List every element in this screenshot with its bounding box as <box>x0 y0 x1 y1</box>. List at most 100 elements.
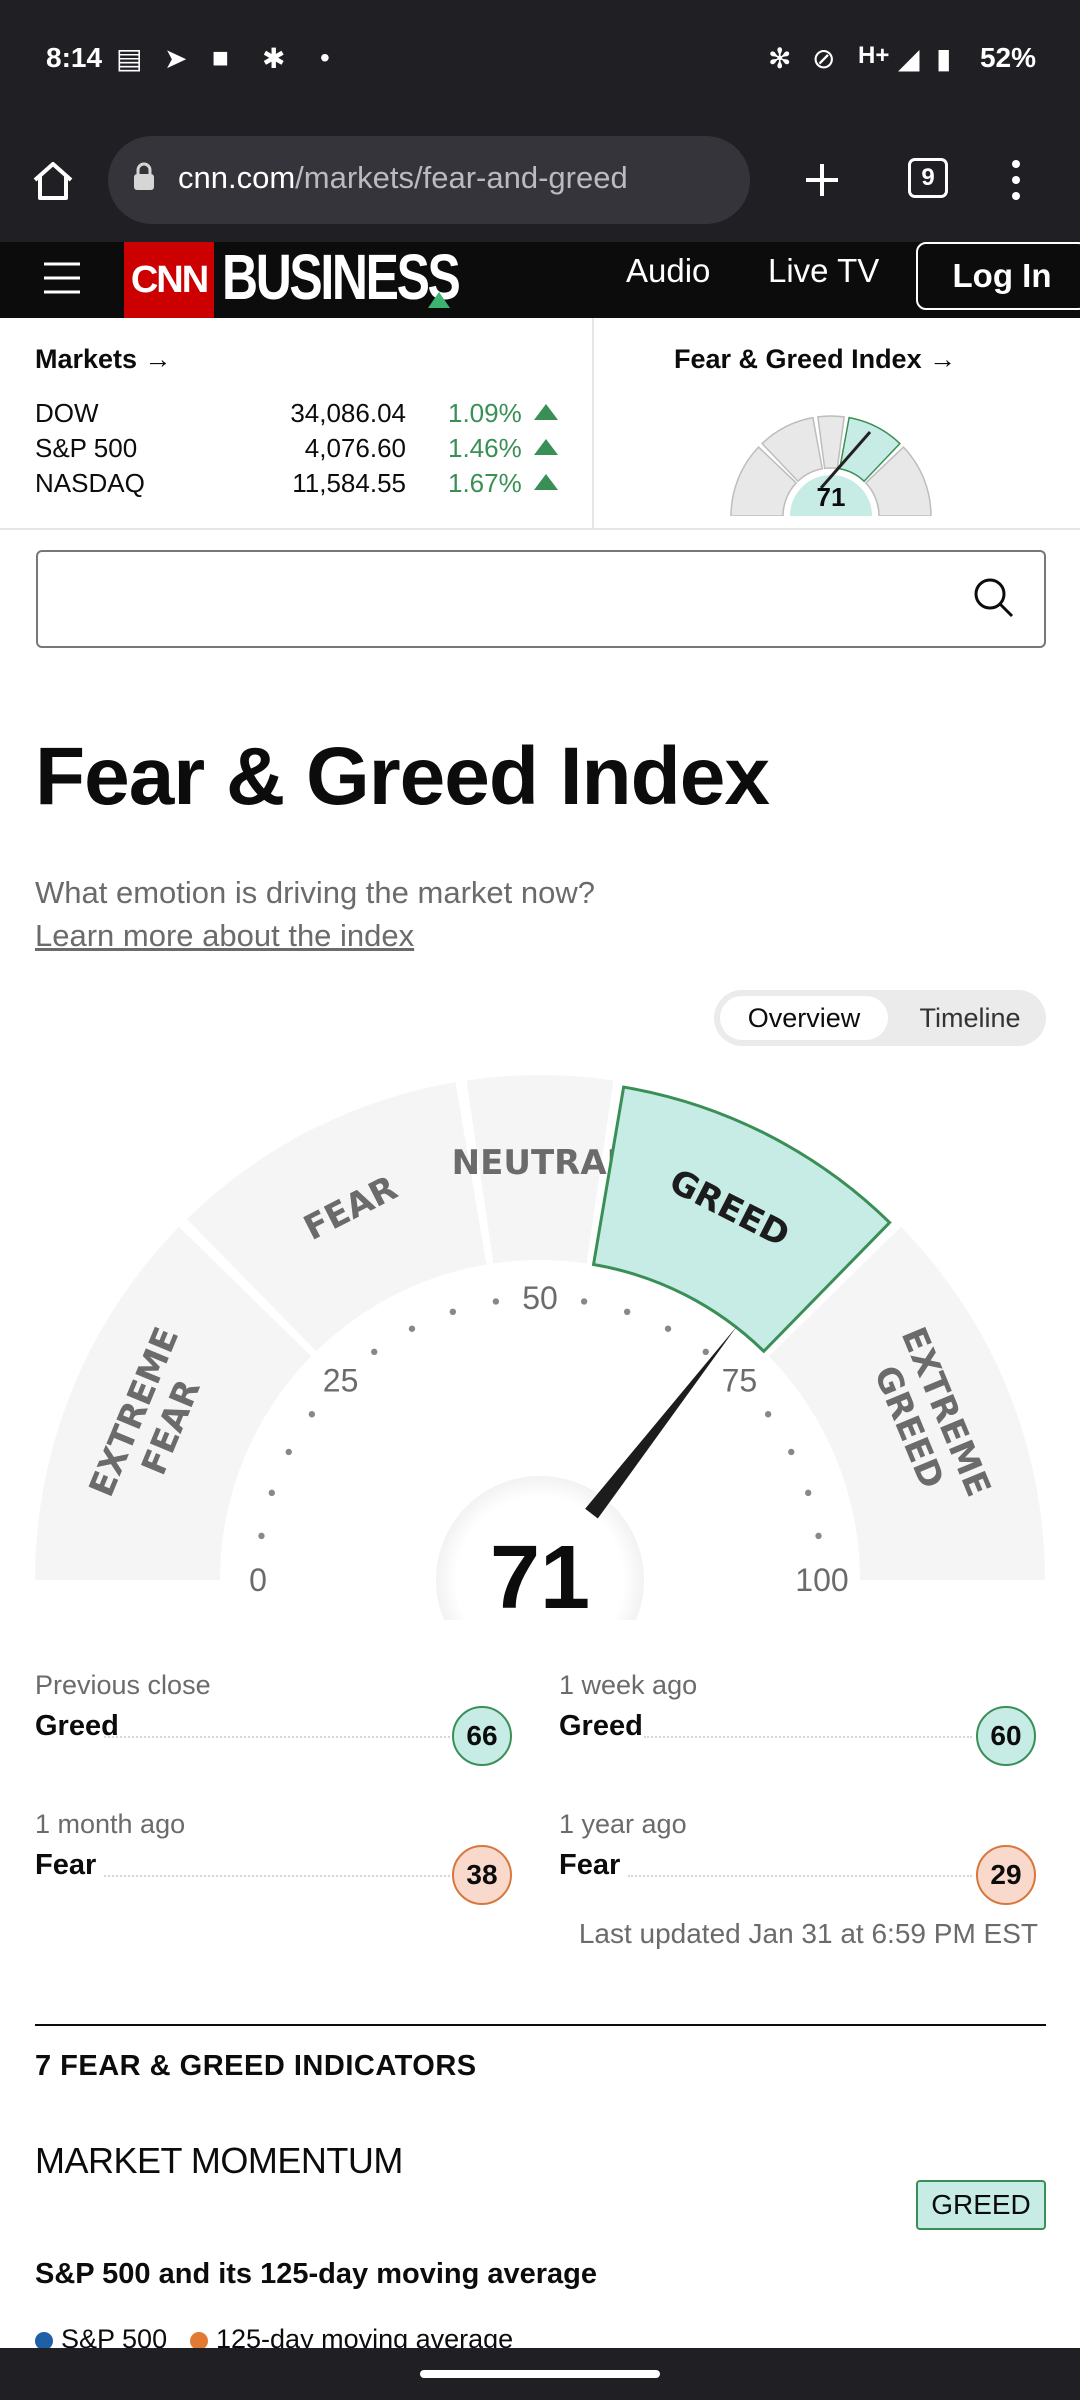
gauge-dot <box>764 1411 772 1418</box>
gauge-segment-label-neutral: NEUTRAL <box>452 1143 629 1183</box>
browser-toolbar: cnn.com/markets/fear-and-greed 9 <box>0 120 1080 242</box>
learn-more-link[interactable]: Learn more about the index <box>35 918 414 954</box>
history-badge-1-year: 29 <box>976 1845 1036 1905</box>
market-name-dow: DOW <box>35 398 99 428</box>
bluetooth-icon: ✻ <box>768 43 792 74</box>
history-leader <box>628 1875 972 1877</box>
market-change-nasdaq: 1.67% <box>448 468 522 498</box>
cnn-header: CNN BUSINESS Audio Live TV Log In <box>0 240 1080 318</box>
network-type: H+ <box>858 42 890 69</box>
history-rating-1-week: Greed <box>559 1710 643 1742</box>
history-badge-previous-close: 66 <box>452 1706 512 1766</box>
battery-icon: ▮ <box>936 43 952 74</box>
markets-link[interactable]: Markets → <box>35 344 172 375</box>
history-label-1-week: 1 week ago <box>559 1670 698 1700</box>
page-title: Fear & Greed Index <box>35 731 770 822</box>
market-name-nasdaq: NASDAQ <box>35 468 145 498</box>
history-rating-1-month: Fear <box>35 1849 97 1881</box>
tab-overview[interactable]: Overview <box>720 996 888 1040</box>
gauge-tick-label: 100 <box>795 1562 848 1598</box>
tab-timeline[interactable]: Timeline <box>902 996 1038 1040</box>
market-ticker: Markets → DOW 34,086.04 1.09% S&P 500 4,… <box>0 318 1080 530</box>
history-label-1-year: 1 year ago <box>559 1809 687 1839</box>
gauge-dot <box>408 1325 416 1332</box>
lock-icon <box>134 162 154 190</box>
address-bar[interactable]: cnn.com/markets/fear-and-greed <box>108 136 750 224</box>
market-value-nasdaq: 11,584.55 <box>292 468 406 498</box>
gauge-dot <box>492 1298 500 1305</box>
app-icon: ■ <box>212 42 229 73</box>
last-updated: Last updated Jan 31 at 6:59 PM EST <box>578 1918 1038 1949</box>
new-tab-icon[interactable] <box>802 160 842 200</box>
url-text: cnn.com/markets/fear-and-greed <box>178 160 628 196</box>
mute-icon: ⊘ <box>812 43 836 74</box>
gauge-dot <box>664 1325 672 1332</box>
gauge-dot <box>580 1298 588 1305</box>
gauge-value: 71 <box>490 1528 590 1620</box>
history-leader <box>104 1736 450 1738</box>
market-name-sp500: S&P 500 <box>35 433 138 463</box>
gauge-dot <box>371 1348 378 1356</box>
search-input[interactable] <box>36 550 1046 648</box>
pinwheel-icon: ✱ <box>262 43 286 74</box>
nav-live-tv[interactable]: Live TV <box>768 252 879 290</box>
status-bar: 8:14 ▤ ➤ ■ ✱ • ✻ ⊘ H+ ◢ ▮ 52% <box>0 0 1080 120</box>
history-label-previous-close: Previous close <box>35 1670 211 1700</box>
gauge-dot <box>815 1532 822 1540</box>
gauge-tick-label: 75 <box>722 1363 758 1399</box>
fear-greed-gauge: EXTREMEFEARFEARNEUTRAL GREEDEXTREMEGREED … <box>35 1075 1045 1620</box>
gauge-dot <box>788 1448 795 1456</box>
section-divider <box>35 2024 1046 2026</box>
system-nav-bar <box>0 2348 1080 2400</box>
market-momentum-heading: MARKET MOMENTUM <box>35 2140 403 2181</box>
gauge-tick-label: 25 <box>323 1363 359 1399</box>
gauge-dot <box>804 1489 812 1497</box>
gauge-needle <box>585 1325 738 1519</box>
market-change-dow: 1.09% <box>448 398 522 428</box>
home-icon[interactable] <box>30 158 76 204</box>
gauge-dot <box>285 1448 292 1456</box>
business-logo[interactable]: BUSINESS <box>222 240 461 314</box>
gauge-tick-label: 0 <box>249 1562 267 1598</box>
nav-audio[interactable]: Audio <box>626 252 710 290</box>
mini-gauge-value: 71 <box>817 482 846 512</box>
search-icon[interactable] <box>972 576 1016 620</box>
signal-icon: ◢ <box>898 43 920 74</box>
gauge-dot <box>449 1308 457 1316</box>
history-badge-1-week: 60 <box>976 1706 1036 1766</box>
market-value-dow: 34,086.04 <box>290 398 406 428</box>
more-notifications-icon: • <box>320 42 330 73</box>
news-icon: ▤ <box>116 43 143 74</box>
tab-switcher-button[interactable]: 9 <box>908 158 948 198</box>
gauge-dot <box>258 1532 265 1540</box>
mini-gauge[interactable]: 71 <box>726 388 936 516</box>
view-toggle: Overview Timeline <box>714 990 1046 1046</box>
battery-percent: 52% <box>979 42 1036 73</box>
ticker-divider <box>592 318 594 530</box>
status-time: 8:14 <box>46 42 103 73</box>
market-value-sp500: 4,076.60 <box>304 433 406 463</box>
up-arrows-icon <box>534 404 558 490</box>
hamburger-menu-icon[interactable] <box>42 258 82 298</box>
login-button[interactable]: Log In <box>916 242 1080 310</box>
cnn-logo[interactable]: CNN <box>124 242 214 318</box>
history-badge-1-month: 38 <box>452 1845 512 1905</box>
history-rating-previous-close: Greed <box>35 1710 119 1742</box>
gauge-dot <box>308 1411 316 1418</box>
chart-heading: S&P 500 and its 125-day moving average <box>35 2258 598 2290</box>
url-domain: cnn.com <box>178 160 296 195</box>
history-rating-1-year: Fear <box>559 1849 621 1881</box>
logo-triangle-icon <box>428 292 450 308</box>
page-subtitle: What emotion is driving the market now? <box>35 875 595 910</box>
more-options-icon[interactable] <box>1006 156 1026 204</box>
home-gesture-handle[interactable] <box>420 2370 660 2378</box>
fear-greed-link[interactable]: Fear & Greed Index → <box>674 344 956 375</box>
gauge-dot <box>268 1489 276 1497</box>
telegram-icon: ➤ <box>164 43 188 74</box>
gauge-dot <box>702 1348 709 1356</box>
market-change-sp500: 1.46% <box>448 433 522 463</box>
mini-gauge-segment-neutral <box>817 415 845 470</box>
history-leader <box>104 1875 450 1877</box>
gauge-tick-label: 50 <box>522 1280 558 1316</box>
history-leader <box>644 1736 972 1738</box>
